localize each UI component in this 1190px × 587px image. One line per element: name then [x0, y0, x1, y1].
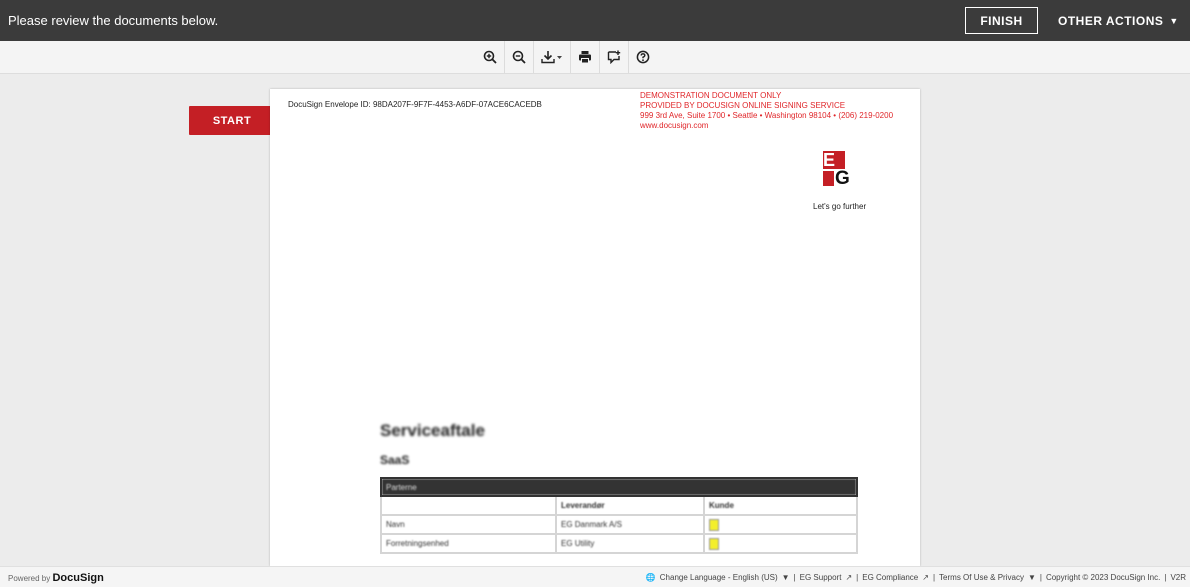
- document-subtitle: SaaS: [380, 453, 410, 467]
- table-cell: Kunde: [703, 495, 858, 516]
- field-marker[interactable]: [709, 537, 719, 550]
- demo-notice: DEMONSTRATION DOCUMENT ONLY PROVIDED BY …: [640, 91, 893, 131]
- download-button[interactable]: [534, 41, 571, 73]
- comment-icon: [607, 50, 621, 64]
- table-cell: [703, 514, 858, 535]
- help-button[interactable]: [629, 41, 657, 73]
- other-actions-label: OTHER ACTIONS: [1058, 13, 1164, 28]
- separator: |: [932, 573, 936, 582]
- globe-icon: 🌐: [645, 573, 656, 582]
- parties-table: Parterne Leverandør Kunde Navn EG Danmar…: [380, 477, 858, 554]
- envelope-id: DocuSign Envelope ID: 98DA207F-9F7F-4453…: [288, 100, 542, 109]
- finish-button[interactable]: FINISH: [965, 7, 1038, 34]
- table-head-row: Parterne: [380, 477, 858, 497]
- zoom-in-icon: [483, 50, 497, 64]
- comment-button[interactable]: [600, 41, 629, 73]
- eg-logo: E G: [823, 151, 861, 189]
- top-bar: Please review the documents below. FINIS…: [0, 0, 1190, 41]
- print-button[interactable]: [571, 41, 600, 73]
- docusign-logo: DocuSign: [52, 572, 104, 584]
- document-toolbar: [0, 41, 1190, 74]
- copyright-text: Copyright © 2023 DocuSign Inc.: [1045, 573, 1161, 582]
- start-button[interactable]: START: [189, 106, 275, 135]
- table-head-cell: Parterne: [380, 477, 858, 497]
- document-page: DocuSign Envelope ID: 98DA207F-9F7F-4453…: [270, 89, 920, 566]
- caret-down-icon: ▼: [1027, 573, 1036, 582]
- table-row: Navn EG Danmark A/S: [380, 514, 858, 535]
- eg-compliance-link[interactable]: EG Compliance: [862, 573, 918, 582]
- separator: |: [793, 573, 796, 582]
- change-language-link[interactable]: Change Language - English (US): [660, 573, 778, 582]
- separator: |: [856, 573, 859, 582]
- document-title: Serviceaftale: [380, 421, 485, 440]
- table-cell: Navn: [380, 514, 557, 535]
- table-cell: [380, 495, 557, 516]
- caret-down-icon: ▼: [1169, 15, 1179, 26]
- caret-down-icon: ▼: [781, 573, 790, 582]
- table-header-row: Leverandør Kunde: [380, 495, 858, 516]
- download-icon: [541, 51, 562, 64]
- terms-link[interactable]: Terms Of Use & Privacy: [939, 573, 1024, 582]
- print-icon: [579, 51, 591, 64]
- table-cell: Forretningsenhed: [380, 533, 557, 554]
- footer-links: 🌐 Change Language - English (US) ▼ | EG …: [646, 573, 1186, 582]
- separator: |: [1164, 573, 1167, 582]
- logo-e: E: [823, 151, 845, 169]
- demo-line: PROVIDED BY DOCUSIGN ONLINE SIGNING SERV…: [640, 101, 846, 110]
- demo-line: DEMONSTRATION DOCUMENT ONLY: [640, 91, 782, 100]
- eg-support-link[interactable]: EG Support: [800, 573, 842, 582]
- logo-tagline: Let's go further: [813, 202, 867, 211]
- help-icon: [636, 50, 650, 64]
- zoom-in-button[interactable]: [476, 41, 505, 73]
- table-cell: EG Utility: [555, 533, 705, 554]
- zoom-out-icon: [512, 50, 526, 64]
- external-link-icon: ↗: [922, 573, 929, 582]
- powered-by: Powered by DocuSign: [8, 572, 104, 584]
- demo-line: www.docusign.com: [640, 121, 709, 130]
- table-cell: [703, 533, 858, 554]
- table-row: Forretningsenhed EG Utility: [380, 533, 858, 554]
- version-text: V2R: [1170, 573, 1186, 582]
- review-message: Please review the documents below.: [8, 13, 219, 28]
- logo-g: G: [835, 168, 850, 189]
- footer: Powered by DocuSign 🌐 Change Language - …: [0, 566, 1190, 587]
- table-cell: EG Danmark A/S: [555, 514, 705, 535]
- table-cell: Leverandør: [555, 495, 705, 516]
- demo-line: 999 3rd Ave, Suite 1700 • Seattle • Wash…: [640, 111, 894, 120]
- separator: |: [1039, 573, 1042, 582]
- other-actions-button[interactable]: OTHER ACTIONS ▼: [1058, 7, 1179, 34]
- external-link-icon: ↗: [845, 573, 853, 582]
- field-marker[interactable]: [709, 518, 719, 531]
- powered-prefix: Powered by: [8, 574, 51, 583]
- zoom-out-button[interactable]: [505, 41, 534, 73]
- logo-square: [823, 171, 834, 186]
